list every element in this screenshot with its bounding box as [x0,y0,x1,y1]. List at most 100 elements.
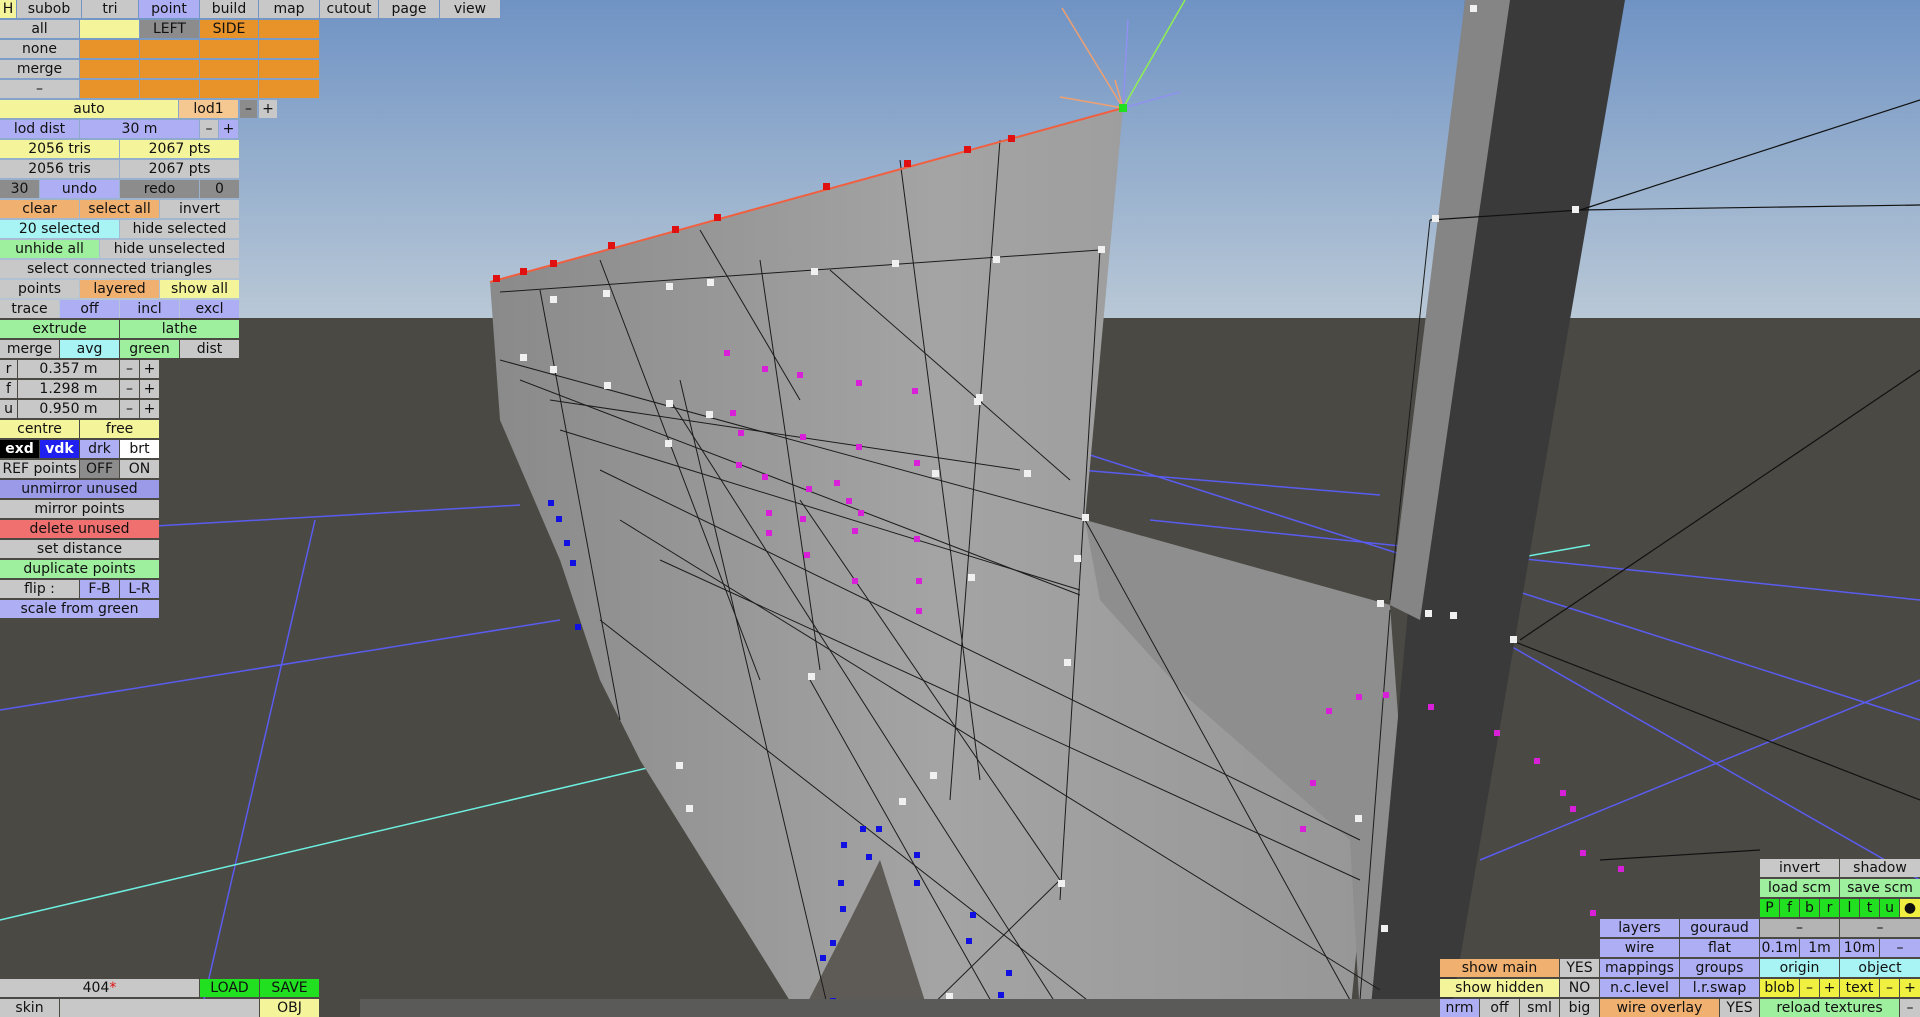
ref-points-off[interactable]: OFF [80,460,119,478]
wire-overlay-button[interactable]: wire overlay [1600,999,1719,1017]
view-cell[interactable] [259,80,319,98]
dist-0-1m-button[interactable]: 0.1m [1760,939,1799,957]
merge-view-button[interactable]: merge [0,60,79,78]
view-cell[interactable] [140,60,199,78]
coord-f-value[interactable]: 1.298 m [18,380,119,398]
flag-l-toggle[interactable]: l [1840,899,1859,917]
text-minus[interactable]: – [1880,979,1899,997]
brt-button[interactable]: brt [120,440,159,458]
flag-f-toggle[interactable]: f [1780,899,1799,917]
vdk-button[interactable]: vdk [40,440,79,458]
lr-swap-button[interactable]: l.r.swap [1680,979,1759,997]
left-view-button[interactable]: LEFT [140,20,199,38]
hide-unselected-button[interactable]: hide unselected [100,240,239,258]
light-dot-icon[interactable]: ● [1900,899,1920,917]
unhide-all-button[interactable]: unhide all [0,240,99,258]
centre-button[interactable]: centre [0,420,79,438]
wire-button[interactable]: wire [1600,939,1679,957]
mappings-button[interactable]: mappings [1600,959,1679,977]
view-cell[interactable] [259,20,319,38]
invert-selection-button[interactable]: invert [160,200,239,218]
lathe-button[interactable]: lathe [120,320,239,338]
redo-button[interactable]: redo [120,180,199,198]
load-scm-button[interactable]: load scm [1760,879,1839,897]
coord-f-minus[interactable]: – [120,380,139,398]
points-button[interactable]: points [0,280,79,298]
text-button[interactable]: text [1840,979,1879,997]
scm-dash-button[interactable]: – [1760,919,1839,937]
duplicate-points-button[interactable]: duplicate points [0,560,159,578]
save-button[interactable]: SAVE [260,979,319,997]
nrm-button[interactable]: nrm [1440,999,1479,1017]
coord-r-minus[interactable]: – [120,360,139,378]
blob-plus[interactable]: + [1820,979,1839,997]
menu-view[interactable]: view [440,0,500,18]
layered-button[interactable]: layered [80,280,159,298]
flag-r-toggle[interactable]: r [1820,899,1839,917]
lod-name[interactable]: lod1 [179,100,238,118]
view-cell[interactable] [80,60,139,78]
merge-button[interactable]: merge [0,340,59,358]
show-all-button[interactable]: show all [160,280,239,298]
scale-from-green-button[interactable]: scale from green [0,600,159,618]
flag-P-toggle[interactable]: P [1760,899,1779,917]
coord-r-value[interactable]: 0.357 m [18,360,119,378]
shadow-button[interactable]: shadow [1840,859,1920,877]
view-cell[interactable] [80,40,139,58]
hide-selected-button[interactable]: hide selected [120,220,239,238]
nc-level-button[interactable]: n.c.level [1600,979,1679,997]
view-cell[interactable] [200,40,258,58]
groups-button[interactable]: groups [1680,959,1759,977]
menu-tri[interactable]: tri [82,0,138,18]
view-cell[interactable] [140,80,199,98]
coord-u-plus[interactable]: + [140,400,159,418]
lod-auto-button[interactable]: auto [0,100,178,118]
coord-f-plus[interactable]: + [140,380,159,398]
lod-dist-plus[interactable]: + [219,120,238,138]
wire-overlay-yes[interactable]: YES [1720,999,1759,1017]
dist-minus-button[interactable]: – [1880,939,1920,957]
lod-dist-minus[interactable]: – [200,120,218,138]
3d-viewport[interactable] [0,0,1920,1017]
trace-incl-button[interactable]: incl [120,300,179,318]
view-cell[interactable] [200,80,258,98]
big-button[interactable]: big [1560,999,1599,1017]
invert-button[interactable]: invert [1760,859,1839,877]
dist-10m-button[interactable]: 10m [1840,939,1879,957]
delete-unused-button[interactable]: delete unused [0,520,159,538]
select-all-button[interactable]: select all [80,200,159,218]
menu-page[interactable]: page [379,0,439,18]
dist-1m-button[interactable]: 1m [1800,939,1839,957]
flag-u-toggle[interactable]: u [1880,899,1899,917]
coord-u-value[interactable]: 0.950 m [18,400,119,418]
flip-lr-button[interactable]: L-R [120,580,159,598]
obj-button[interactable]: OBJ [260,999,319,1017]
extrude-button[interactable]: extrude [0,320,119,338]
show-hidden-no[interactable]: NO [1560,979,1599,997]
gouraud-button[interactable]: gouraud [1680,919,1759,937]
reload-textures-button[interactable]: reload textures [1760,999,1899,1017]
undo-button[interactable]: undo [40,180,119,198]
view-cell[interactable] [259,60,319,78]
load-button[interactable]: LOAD [200,979,259,997]
text-plus[interactable]: + [1900,979,1920,997]
lod-minus-button[interactable]: – [240,100,257,118]
menu-build[interactable]: build [200,0,258,18]
free-button[interactable]: free [80,420,159,438]
lod-dist-value[interactable]: 30 m [80,120,199,138]
show-main-button[interactable]: show main [1440,959,1559,977]
view-cell[interactable] [140,40,199,58]
object-button[interactable]: object [1840,959,1920,977]
clear-button[interactable]: clear [0,200,79,218]
view-cell[interactable] [80,80,139,98]
drk-button[interactable]: drk [80,440,119,458]
green-pivot-point[interactable] [1119,104,1127,112]
flip-fb-button[interactable]: F-B [80,580,119,598]
h-button[interactable]: H [0,0,16,18]
set-distance-button[interactable]: set distance [0,540,159,558]
trace-excl-button[interactable]: excl [180,300,239,318]
menu-map[interactable]: map [259,0,319,18]
menu-cutout[interactable]: cutout [320,0,378,18]
lod-plus-button[interactable]: + [259,100,277,118]
skin-field[interactable] [60,999,259,1017]
